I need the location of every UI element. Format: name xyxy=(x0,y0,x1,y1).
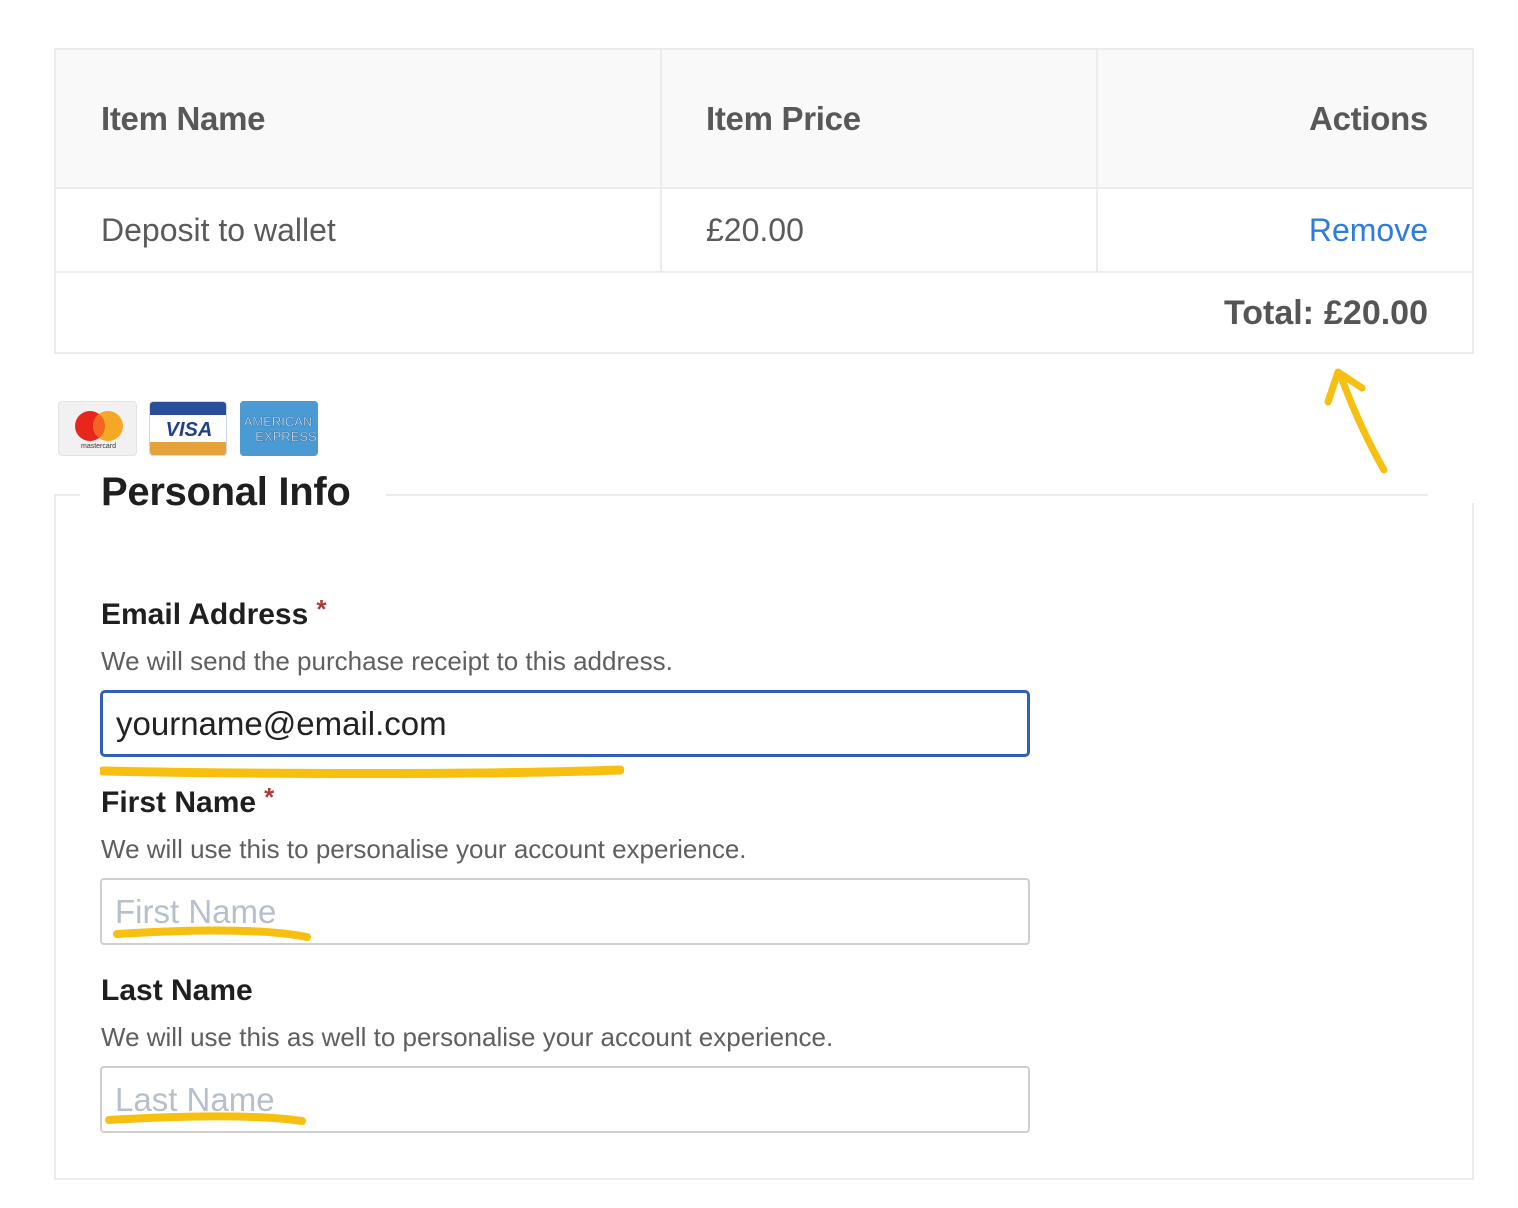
header-item-name: Item Name xyxy=(101,99,266,137)
first-name-description: We will use this to personalise your acc… xyxy=(101,834,747,864)
mastercard-icon: mastercard xyxy=(75,411,123,450)
annotation-arrow-icon xyxy=(1324,368,1388,474)
cart-header-row: Item Name Item Price Actions xyxy=(56,50,1472,189)
first-name-field[interactable] xyxy=(100,878,1030,945)
cell-actions: Remove xyxy=(1098,189,1472,271)
last-name-description: We will use this as well to personalise … xyxy=(101,1022,834,1052)
remove-link[interactable]: Remove xyxy=(1309,212,1428,249)
header-item-price: Item Price xyxy=(706,99,861,137)
mastercard-logo: mastercard xyxy=(58,401,137,456)
table-row: Deposit to wallet £20.00 Remove xyxy=(56,189,1472,273)
item-name: Deposit to wallet xyxy=(101,211,336,248)
header-cell-item-name: Item Name xyxy=(56,50,662,187)
total-label: Total: xyxy=(1223,294,1314,332)
last-name-label-text: Last Name xyxy=(101,974,253,1007)
cell-item-name: Deposit to wallet xyxy=(56,189,662,271)
item-price: £20.00 xyxy=(706,211,804,248)
first-name-label-text: First Name xyxy=(101,786,257,819)
section-title: Personal Info xyxy=(101,470,351,514)
header-cell-actions: Actions xyxy=(1098,50,1472,187)
cell-item-price: £20.00 xyxy=(662,189,1098,271)
required-marker: * xyxy=(316,594,327,624)
amex-wordmark-line1: AMERICAN xyxy=(244,414,313,429)
email-label-text: Email Address xyxy=(101,598,309,631)
panel-corner-gap xyxy=(1428,489,1478,503)
cart-table: Item Name Item Price Actions Deposit to … xyxy=(54,48,1474,354)
amex-icon: AMERICAN EXPRESS xyxy=(240,401,318,456)
american-express-logo: AMERICAN EXPRESS xyxy=(240,401,318,456)
mastercard-wordmark: mastercard xyxy=(81,443,116,450)
cart-total-row: Total: £20.00 xyxy=(56,273,1472,354)
visa-icon: VISA xyxy=(150,402,226,455)
visa-wordmark: VISA xyxy=(166,419,213,441)
visa-logo: VISA xyxy=(149,401,227,456)
header-actions: Actions xyxy=(1309,99,1428,137)
first-name-label: First Name * xyxy=(101,782,274,820)
last-name-field[interactable] xyxy=(100,1066,1030,1133)
last-name-label: Last Name xyxy=(101,974,253,1008)
email-label: Email Address * xyxy=(101,594,326,632)
email-description: We will send the purchase receipt to thi… xyxy=(101,646,673,676)
total-value: £20.00 xyxy=(1324,294,1428,332)
required-marker: * xyxy=(264,782,275,812)
amex-wordmark-line2: EXPRESS xyxy=(255,429,317,444)
cart-total: Total: £20.00 xyxy=(1224,273,1428,354)
header-cell-item-price: Item Price xyxy=(662,50,1098,187)
email-field[interactable] xyxy=(100,690,1030,757)
